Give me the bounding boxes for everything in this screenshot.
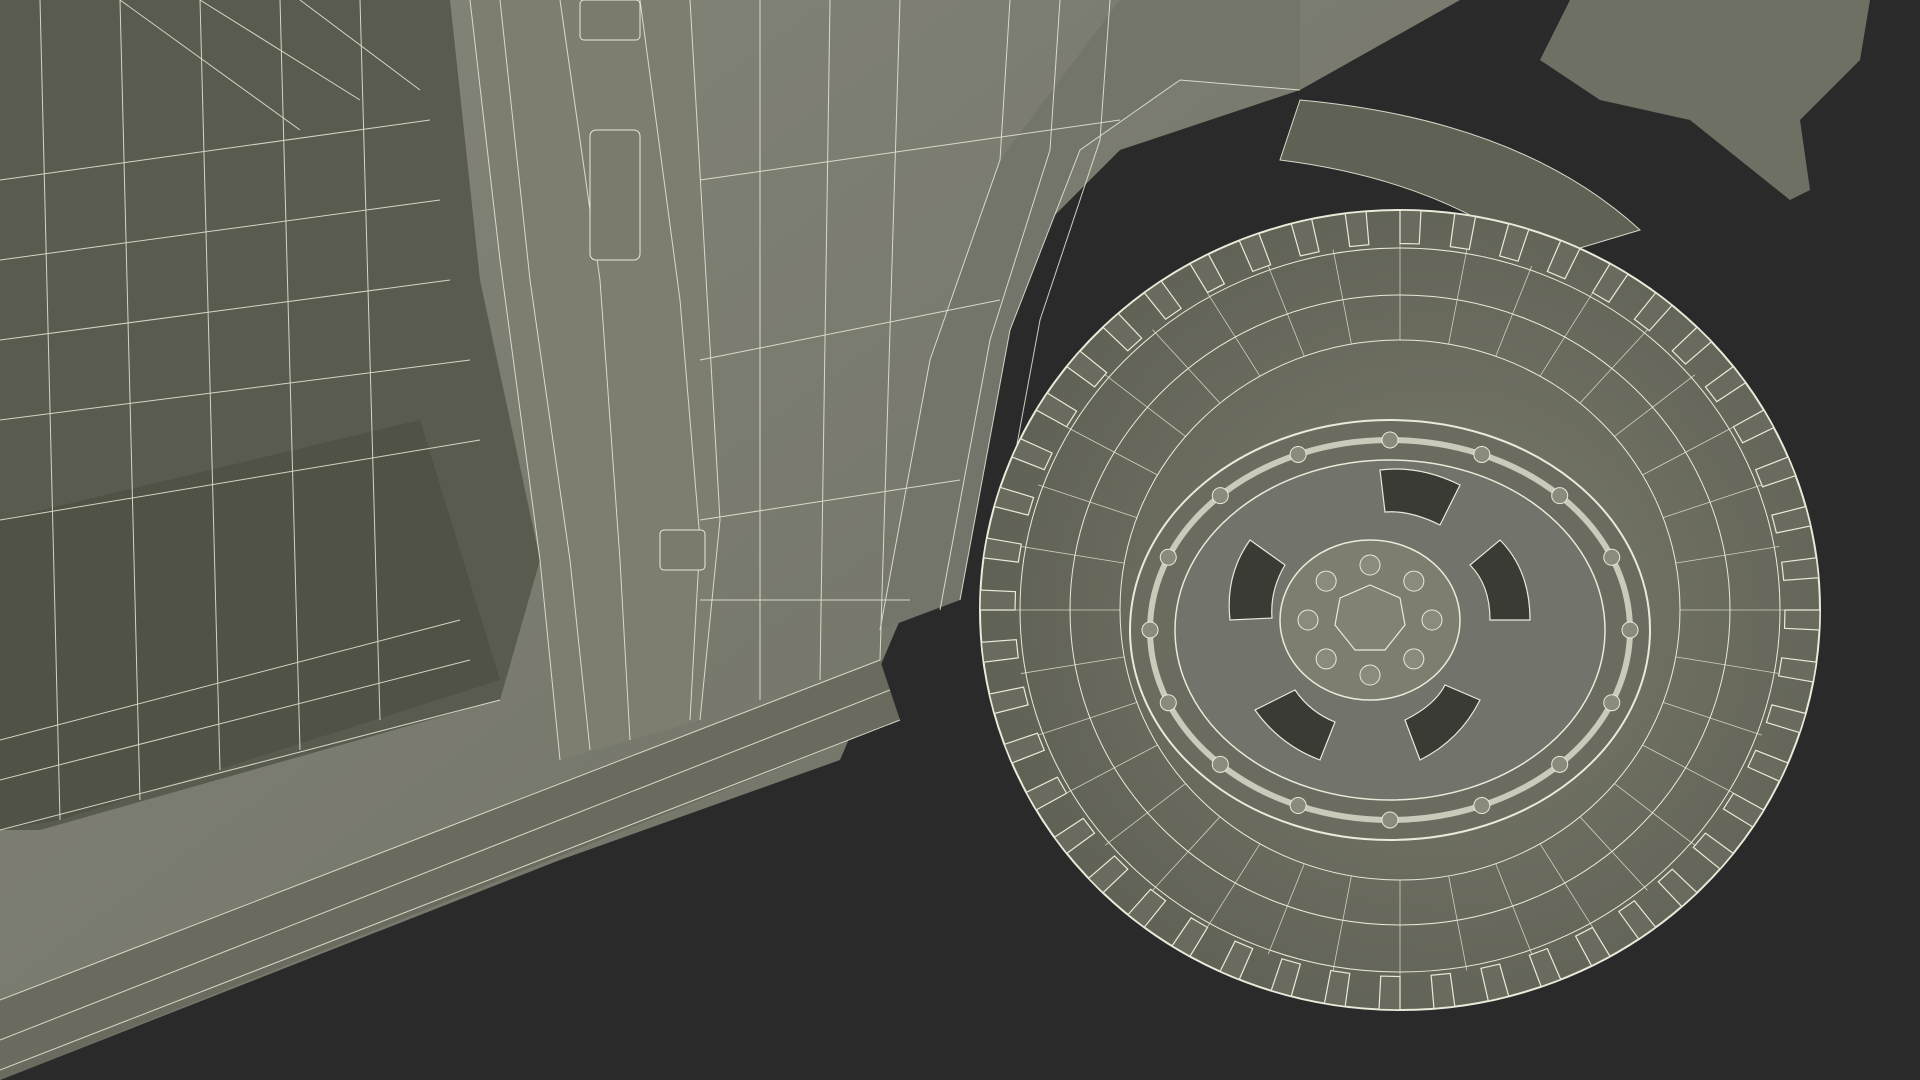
wireframe-render-image	[0, 0, 1920, 1080]
lug-nut	[1359, 664, 1381, 686]
wheel-assembly	[979, 209, 1821, 1011]
beadlock-bolt	[1141, 621, 1159, 639]
tread-lug	[1344, 210, 1370, 248]
tread-lug	[1378, 975, 1401, 1011]
beadlock-bolt	[1551, 755, 1569, 773]
tread-lug	[980, 638, 1019, 663]
beadlock-bolt	[1159, 694, 1177, 712]
tread-lug	[1783, 609, 1821, 631]
beadlock-bolt	[1381, 811, 1399, 829]
beadlock-bolt	[1381, 431, 1399, 449]
beadlock-bolt	[1603, 548, 1621, 566]
lug-nut	[1403, 648, 1425, 670]
beadlock-bolt	[1473, 445, 1491, 463]
tread-lug	[1399, 209, 1422, 245]
beadlock-bolt	[1211, 487, 1229, 505]
tread-lug	[1781, 557, 1820, 582]
lug-nut	[1315, 648, 1337, 670]
beadlock-bolt	[1211, 755, 1229, 773]
beadlock-bolt	[1551, 487, 1569, 505]
tread-lug	[979, 589, 1017, 611]
beadlock-bolt	[1473, 797, 1491, 815]
lug-nut	[1315, 570, 1337, 592]
render-viewport[interactable]	[0, 0, 1920, 1080]
lug-nut	[1421, 609, 1443, 631]
lug-nut	[1403, 570, 1425, 592]
beadlock-bolt	[1289, 445, 1307, 463]
lug-nut	[1359, 554, 1381, 576]
beadlock-bolt	[1621, 621, 1639, 639]
lug-nut	[1297, 609, 1319, 631]
tread-lug	[1430, 972, 1456, 1010]
beadlock-bolt	[1603, 694, 1621, 712]
beadlock-bolt	[1159, 548, 1177, 566]
beadlock-bolt	[1289, 797, 1307, 815]
